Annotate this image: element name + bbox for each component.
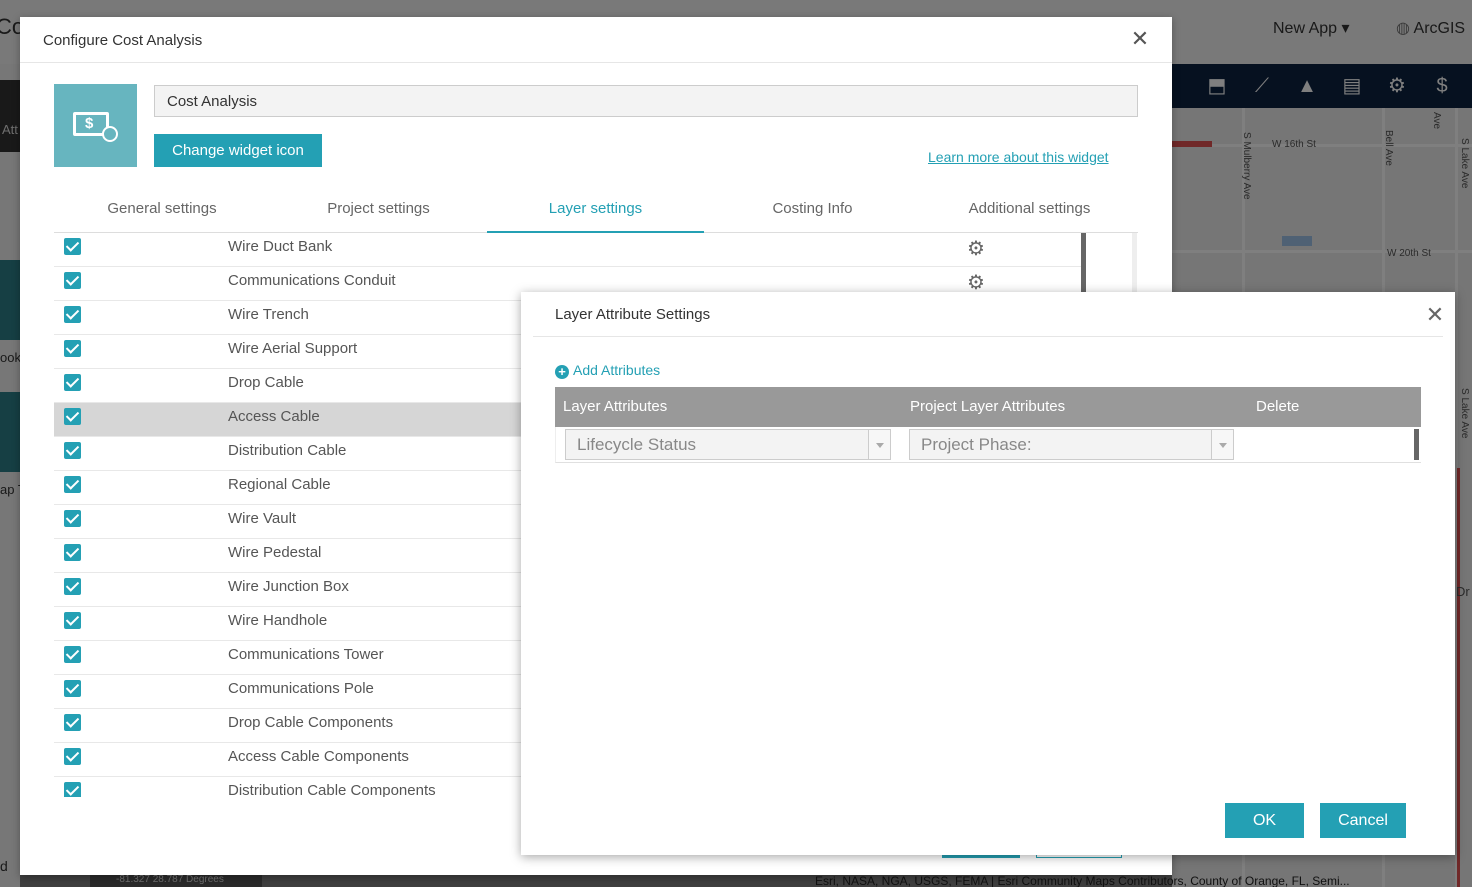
- popup-header: Layer Attribute Settings ✕: [533, 292, 1444, 337]
- settings-tabs: General settings Project settings Layer …: [54, 192, 1138, 233]
- layer-checkbox[interactable]: [64, 476, 81, 493]
- chevron-down-icon[interactable]: [1211, 430, 1233, 459]
- tab-general-settings[interactable]: General settings: [54, 192, 270, 233]
- ok-button[interactable]: OK: [1225, 803, 1304, 838]
- dialog-header: Configure Cost Analysis ✕: [20, 17, 1172, 63]
- layer-checkbox[interactable]: [64, 544, 81, 561]
- layer-checkbox[interactable]: [64, 510, 81, 527]
- layer-name: Drop Cable Components: [228, 714, 394, 731]
- column-header-project-layer-attributes: Project Layer Attributes: [910, 398, 1066, 415]
- layer-checkbox[interactable]: [64, 578, 81, 595]
- layer-checkbox[interactable]: [64, 374, 81, 391]
- close-icon[interactable]: ✕: [1128, 27, 1152, 51]
- plus-circle-icon: +: [555, 365, 569, 379]
- layer-name: Wire Aerial Support: [228, 340, 358, 357]
- layer-row[interactable]: Wire Duct Bank ⚙: [54, 233, 1082, 267]
- layer-name: Access Cable Components: [228, 748, 409, 765]
- layer-name: Access Cable: [228, 408, 320, 425]
- dialog-title: Configure Cost Analysis: [43, 32, 203, 49]
- scrollbar-track: [1132, 233, 1137, 293]
- layer-checkbox[interactable]: [64, 306, 81, 323]
- attribute-table: Layer Attributes Project Layer Attribute…: [555, 387, 1421, 463]
- popup-title: Layer Attribute Settings: [555, 306, 711, 323]
- layer-checkbox[interactable]: [64, 442, 81, 459]
- attribute-table-scrollbar[interactable]: [1414, 429, 1419, 460]
- attribute-table-header: Layer Attributes Project Layer Attribute…: [555, 387, 1421, 427]
- coin-icon: [102, 126, 118, 142]
- layer-checkbox[interactable]: [64, 748, 81, 765]
- project-attribute-select[interactable]: Project Phase:: [909, 429, 1234, 460]
- tab-project-settings[interactable]: Project settings: [270, 192, 487, 233]
- layer-name: Wire Trench: [228, 306, 309, 323]
- layer-name: Distribution Cable: [228, 442, 347, 459]
- add-attributes-button[interactable]: + Add Attributes: [555, 362, 660, 379]
- cancel-button[interactable]: Cancel: [1320, 803, 1406, 838]
- layer-name: Wire Pedestal: [228, 544, 322, 561]
- close-icon[interactable]: ✕: [1423, 303, 1447, 327]
- change-widget-icon-button[interactable]: Change widget icon: [154, 134, 322, 167]
- layer-checkbox[interactable]: [64, 782, 81, 797]
- layer-name: Drop Cable: [228, 374, 304, 391]
- layer-attribute-settings-popup: Layer Attribute Settings ✕ + Add Attribut…: [521, 292, 1455, 855]
- layer-checkbox[interactable]: [64, 272, 81, 289]
- layer-attribute-select[interactable]: Lifecycle Status: [565, 429, 891, 460]
- tab-costing-info[interactable]: Costing Info: [704, 192, 921, 233]
- layer-name: Communications Pole: [228, 680, 374, 697]
- tab-additional-settings[interactable]: Additional settings: [921, 192, 1138, 233]
- column-header-delete: Delete: [1256, 398, 1300, 415]
- layer-checkbox[interactable]: [64, 612, 81, 629]
- add-attributes-label: Add Attributes: [573, 362, 661, 378]
- layer-attribute-value: Lifecycle Status: [577, 435, 697, 454]
- layer-checkbox[interactable]: [64, 646, 81, 663]
- widget-name-input[interactable]: [154, 85, 1138, 117]
- layer-checkbox[interactable]: [64, 408, 81, 425]
- widget-icon: $: [54, 84, 137, 167]
- layer-name: Wire Handhole: [228, 612, 328, 629]
- layer-checkbox[interactable]: [64, 238, 81, 255]
- table-row: Lifecycle Status Project Phase:: [555, 427, 1421, 463]
- layer-checkbox[interactable]: [64, 680, 81, 697]
- learn-more-link[interactable]: Learn more about this widget: [928, 149, 1109, 165]
- layer-name: Regional Cable: [228, 476, 331, 493]
- layer-name: Communications Tower: [228, 646, 384, 663]
- layer-name: Communications Conduit: [228, 272, 396, 289]
- layer-name: Wire Junction Box: [228, 578, 349, 595]
- layer-checkbox[interactable]: [64, 714, 81, 731]
- tab-layer-settings[interactable]: Layer settings: [487, 192, 704, 233]
- gear-icon[interactable]: ⚙: [967, 236, 985, 261]
- column-header-layer-attributes: Layer Attributes: [563, 398, 668, 415]
- chevron-down-icon[interactable]: [868, 430, 890, 459]
- layer-name: Wire Vault: [228, 510, 297, 527]
- layer-checkbox[interactable]: [64, 340, 81, 357]
- layer-name: Wire Duct Bank: [228, 238, 333, 255]
- layer-name: Distribution Cable Components: [228, 782, 436, 797]
- project-attribute-value: Project Phase:: [921, 435, 1032, 454]
